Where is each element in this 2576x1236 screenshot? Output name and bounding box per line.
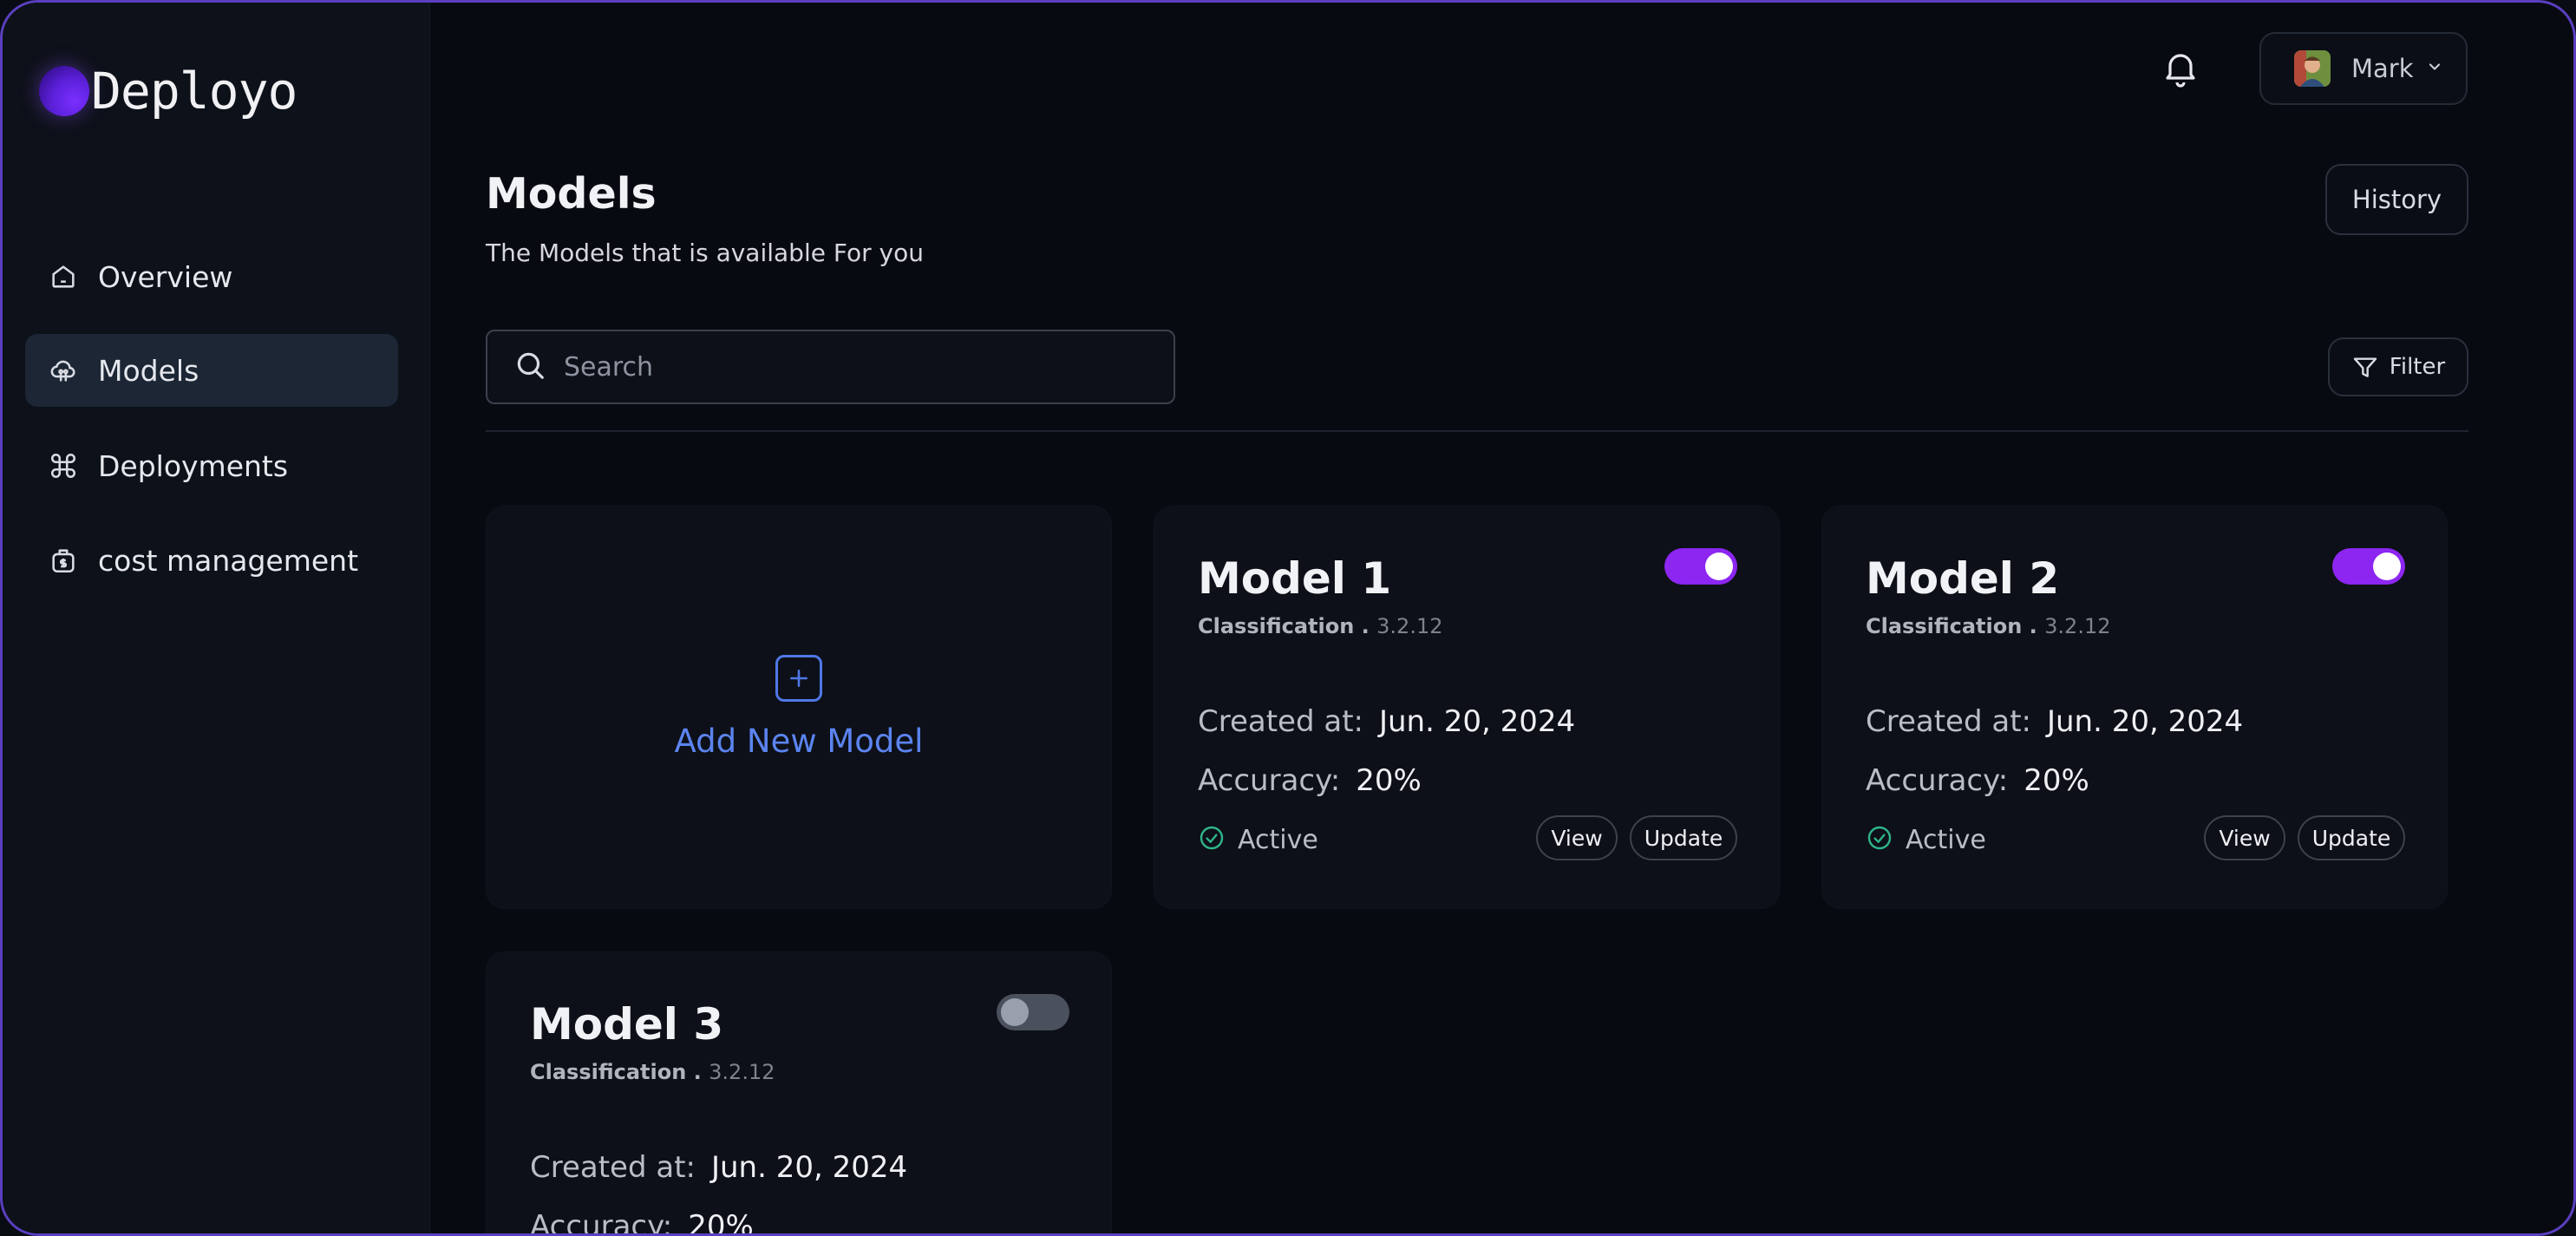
model-name: Model 3 bbox=[530, 999, 724, 1050]
plus-icon bbox=[775, 655, 822, 702]
view-button[interactable]: View bbox=[1536, 815, 1618, 860]
sidebar-item-label: Overview bbox=[98, 259, 233, 294]
bell-icon bbox=[2160, 47, 2201, 92]
accuracy-label: Accuracy: bbox=[530, 1209, 673, 1236]
search-icon bbox=[513, 349, 546, 385]
history-button-label: History bbox=[2351, 185, 2442, 214]
model-enabled-toggle[interactable] bbox=[2332, 548, 2405, 585]
divider bbox=[486, 430, 2468, 432]
status-label: Active bbox=[1238, 824, 1318, 855]
add-model-label: Add New Model bbox=[674, 723, 924, 760]
sidebar-item-label: Models bbox=[98, 353, 199, 388]
model-meta: Classification . 3.2.12 bbox=[1198, 614, 1443, 638]
cloud-brain-icon bbox=[46, 353, 81, 388]
chevron-down-icon bbox=[2426, 58, 2443, 79]
sidebar-item-models[interactable]: Models bbox=[25, 334, 398, 407]
model-card: Model 3 Classification . 3.2.12 Created … bbox=[486, 952, 1112, 1236]
search-input[interactable]: Search bbox=[486, 330, 1175, 404]
app-window: Deployo Overview Models Deployments cost bbox=[0, 0, 2576, 1236]
created-row: Created at: Jun. 20, 2024 bbox=[530, 1150, 907, 1185]
view-button-label: View bbox=[1551, 825, 1603, 851]
update-button-label: Update bbox=[1644, 825, 1723, 851]
created-value: Jun. 20, 2024 bbox=[1378, 704, 1576, 739]
home-icon bbox=[46, 259, 81, 294]
model-version: 3.2.12 bbox=[709, 1060, 775, 1084]
model-card: Model 1 Classification . 3.2.12 Created … bbox=[1154, 506, 1780, 909]
toggle-knob bbox=[1001, 998, 1029, 1026]
model-name: Model 2 bbox=[1866, 553, 2060, 604]
accuracy-value: 20% bbox=[1356, 763, 1422, 798]
sidebar-item-cost-management[interactable]: cost management bbox=[25, 524, 398, 597]
created-label: Created at: bbox=[1198, 704, 1363, 739]
accuracy-label: Accuracy: bbox=[1198, 763, 1341, 798]
created-value: Jun. 20, 2024 bbox=[710, 1150, 908, 1185]
accuracy-value: 20% bbox=[2024, 763, 2089, 798]
logo-mark-icon bbox=[39, 66, 89, 116]
command-icon bbox=[46, 448, 81, 483]
model-version: 3.2.12 bbox=[2044, 614, 2111, 638]
model-type: Classification . bbox=[1866, 614, 2037, 638]
filter-button-label: Filter bbox=[2389, 354, 2446, 380]
history-button[interactable]: History bbox=[2325, 164, 2468, 235]
logo[interactable]: Deployo bbox=[39, 62, 297, 121]
toggle-knob bbox=[2373, 553, 2401, 580]
check-circle-icon bbox=[1198, 824, 1226, 855]
status-label: Active bbox=[1906, 824, 1986, 855]
view-button[interactable]: View bbox=[2204, 815, 2285, 860]
model-version: 3.2.12 bbox=[1376, 614, 1443, 638]
page-title: Models bbox=[486, 169, 657, 219]
money-bag-icon bbox=[46, 543, 81, 578]
update-button[interactable]: Update bbox=[2298, 815, 2405, 860]
model-enabled-toggle[interactable] bbox=[1664, 548, 1737, 585]
sidebar-item-deployments[interactable]: Deployments bbox=[25, 429, 398, 502]
accuracy-row: Accuracy: 20% bbox=[1866, 763, 2089, 798]
filter-icon bbox=[2351, 353, 2379, 381]
page-subtitle: The Models that is available For you bbox=[486, 239, 924, 267]
sidebar: Deployo Overview Models Deployments cost bbox=[3, 3, 430, 1233]
app-name: Deployo bbox=[91, 62, 297, 121]
search-placeholder: Search bbox=[564, 351, 654, 383]
status-badge: Active bbox=[1198, 824, 1318, 855]
model-type: Classification . bbox=[530, 1060, 702, 1084]
model-enabled-toggle[interactable] bbox=[997, 994, 1069, 1030]
update-button-label: Update bbox=[2311, 825, 2391, 851]
accuracy-row: Accuracy: 20% bbox=[1198, 763, 1422, 798]
sidebar-item-overview[interactable]: Overview bbox=[25, 240, 398, 313]
model-type: Classification . bbox=[1198, 614, 1370, 638]
created-value: Jun. 20, 2024 bbox=[2046, 704, 2244, 739]
add-model-card[interactable]: Add New Model bbox=[486, 506, 1112, 909]
sidebar-item-label: Deployments bbox=[98, 448, 289, 483]
user-menu-button[interactable]: Mark bbox=[2259, 32, 2468, 105]
user-name: Mark bbox=[2351, 54, 2414, 83]
check-circle-icon bbox=[1866, 824, 1893, 855]
model-card: Model 2 Classification . 3.2.12 Created … bbox=[1821, 506, 2448, 909]
model-meta: Classification . 3.2.12 bbox=[530, 1060, 775, 1084]
status-badge: Active bbox=[1866, 824, 1986, 855]
created-row: Created at: Jun. 20, 2024 bbox=[1198, 704, 1575, 739]
sidebar-item-label: cost management bbox=[98, 543, 359, 578]
created-row: Created at: Jun. 20, 2024 bbox=[1866, 704, 2243, 739]
update-button[interactable]: Update bbox=[1630, 815, 1737, 860]
accuracy-row: Accuracy: 20% bbox=[530, 1209, 754, 1236]
created-label: Created at: bbox=[530, 1150, 696, 1185]
notifications-button[interactable] bbox=[2155, 44, 2206, 95]
view-button-label: View bbox=[2219, 825, 2271, 851]
toggle-knob bbox=[1705, 553, 1733, 580]
accuracy-label: Accuracy: bbox=[1866, 763, 2009, 798]
accuracy-value: 20% bbox=[688, 1209, 754, 1236]
filter-button[interactable]: Filter bbox=[2328, 337, 2468, 396]
created-label: Created at: bbox=[1866, 704, 2031, 739]
avatar bbox=[2294, 50, 2331, 87]
model-name: Model 1 bbox=[1198, 553, 1392, 604]
model-meta: Classification . 3.2.12 bbox=[1866, 614, 2111, 638]
